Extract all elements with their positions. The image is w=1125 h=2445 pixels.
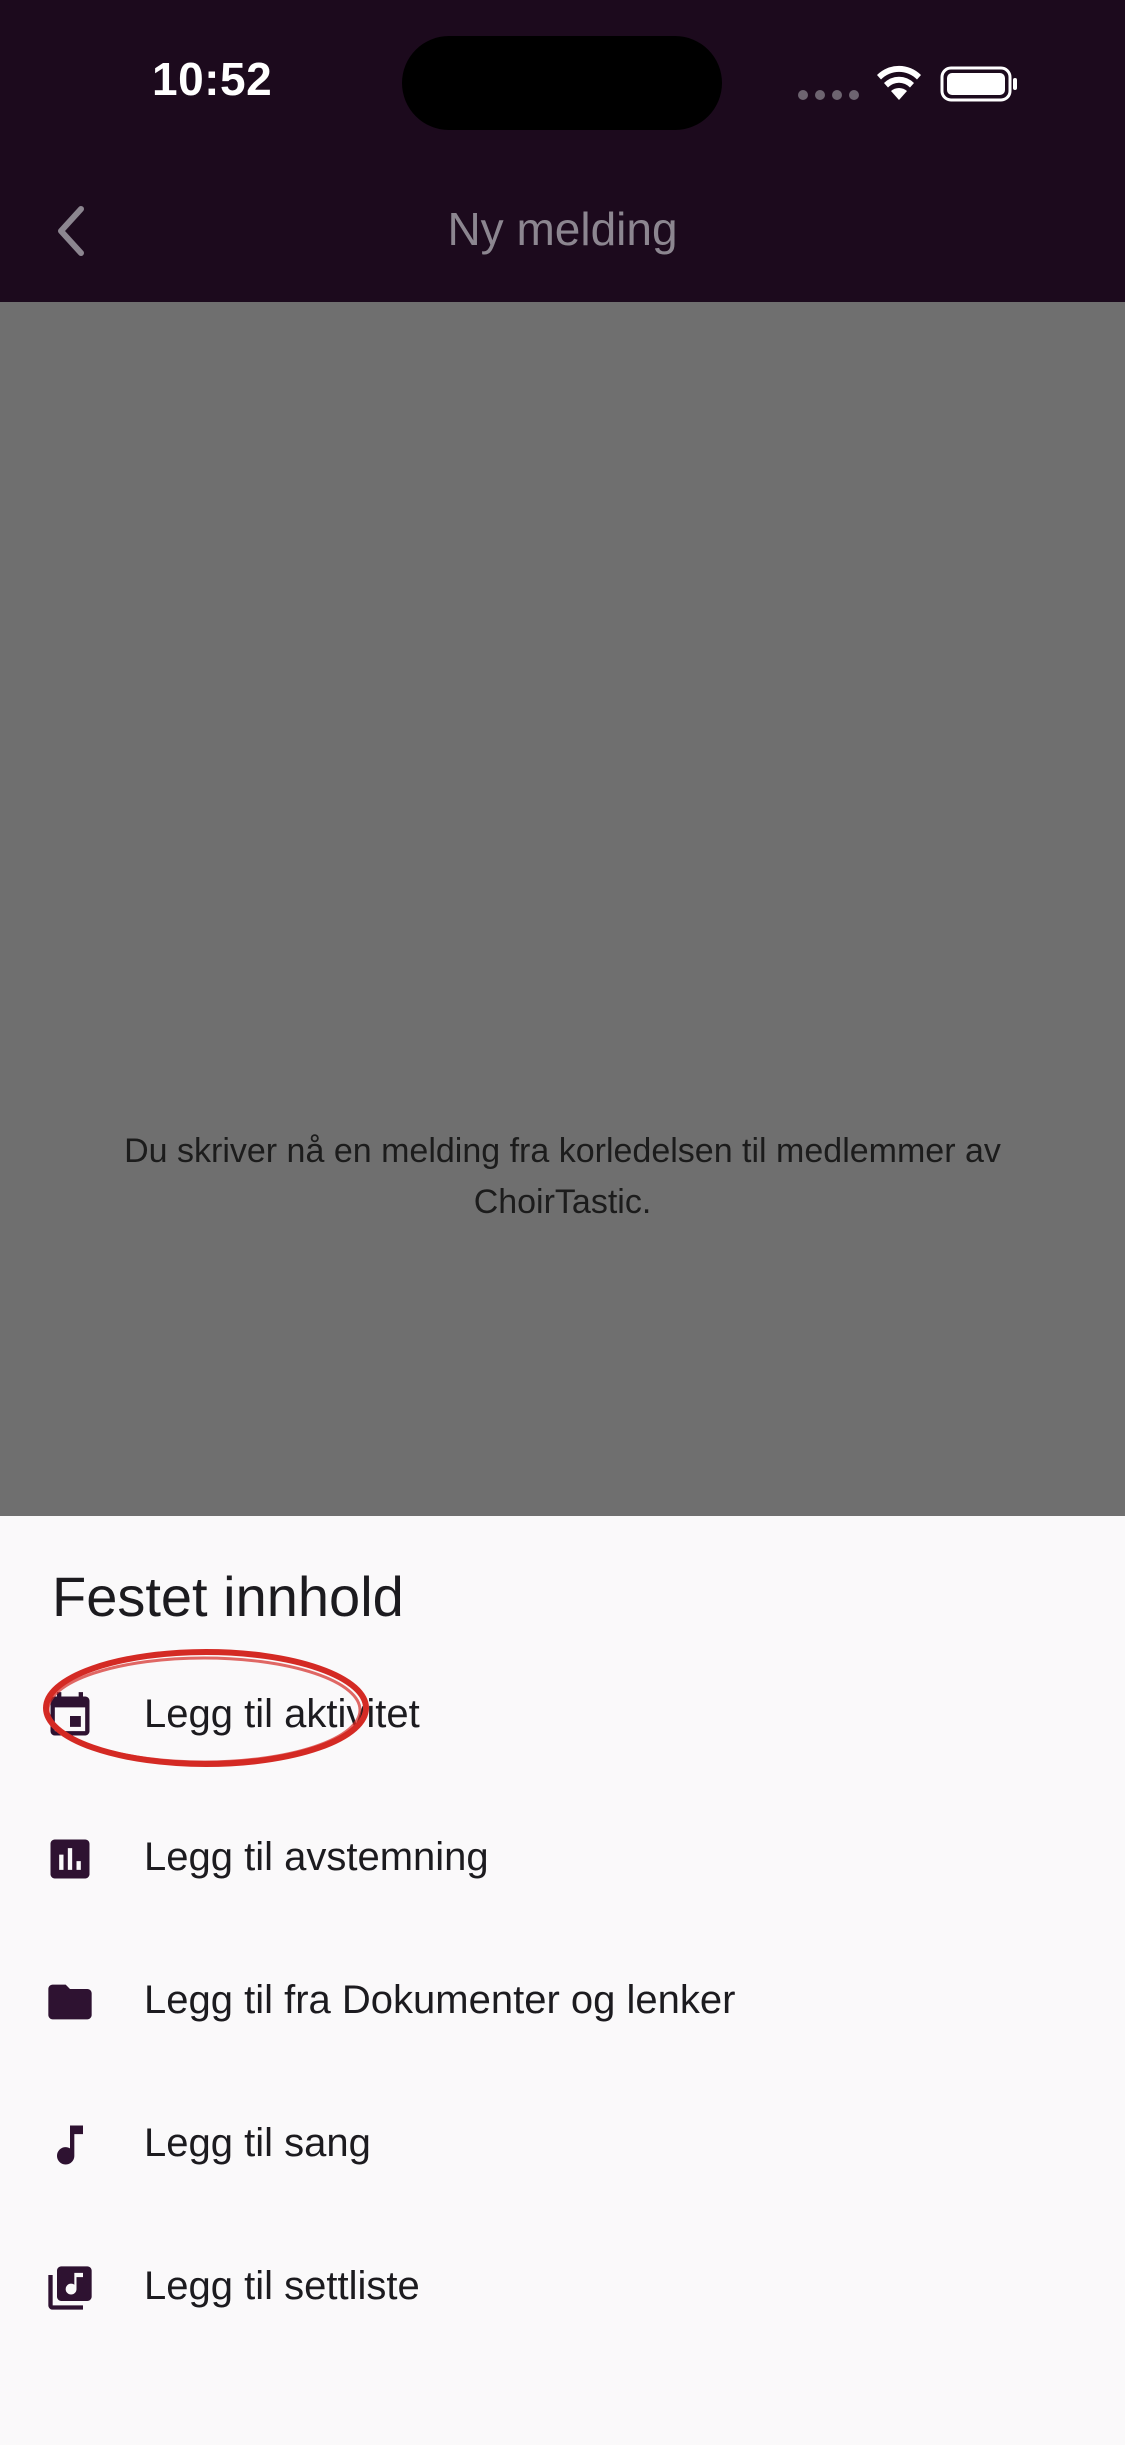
add-poll-label: Legg til avstemning (144, 1835, 489, 1879)
page-title: Ny melding (447, 203, 678, 255)
calendar-icon (50, 1692, 90, 1736)
add-setlist-label: Legg til settliste (144, 2264, 420, 2308)
status-time: 10:52 (152, 53, 273, 105)
dynamic-island (402, 36, 722, 130)
top-bar: 10:52 Ny melding (0, 0, 1125, 302)
sheet-title: Festet innhold (52, 1565, 404, 1628)
add-poll-item[interactable]: Legg til avstemning (0, 1797, 1125, 1917)
add-song-label: Legg til sang (144, 2121, 371, 2165)
folder-icon (48, 1984, 92, 2020)
library-music-icon (48, 2266, 92, 2310)
add-document-label: Legg til fra Dokumenter og lenker (144, 1978, 736, 2022)
poll-icon (50, 1839, 90, 1879)
add-activity-label: Legg til aktivitet (144, 1692, 420, 1736)
pinned-content-sheet: Festet innhold Legg til aktivitet Legg t… (0, 1516, 1125, 2445)
add-setlist-item[interactable]: Legg til settliste (0, 2226, 1125, 2346)
add-activity-item[interactable]: Legg til aktivitet (0, 1654, 1125, 1774)
add-song-item[interactable]: Legg til sang (0, 2083, 1125, 2203)
cellular-signal-icon (798, 90, 859, 100)
add-document-item[interactable]: Legg til fra Dokumenter og lenker (0, 1940, 1125, 2060)
wifi-icon (877, 65, 921, 100)
battery-icon (940, 66, 1017, 102)
composer-info-text: Du skriver nå en melding fra korledelsen… (124, 1132, 1001, 1221)
music-note-icon (57, 2125, 83, 2165)
